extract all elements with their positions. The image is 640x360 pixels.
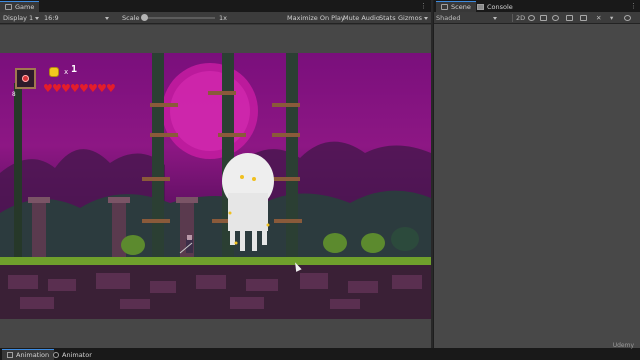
player-portrait (15, 68, 36, 89)
scale-label: Scale (122, 14, 140, 22)
scale-value: 1x (219, 14, 227, 22)
tab-console[interactable]: Console (472, 1, 518, 12)
panel-menu-icon[interactable]: ⋮ (630, 2, 637, 10)
tab-animator[interactable]: Animator (48, 349, 97, 360)
maximize-on-play-toggle[interactable]: Maximize On Play (287, 13, 345, 23)
tab-game-label: Game (15, 3, 35, 11)
gizmos-label: Gizmos (398, 14, 422, 22)
gizmos-dropdown[interactable]: Gizmos (398, 13, 428, 23)
udemy-watermark: Udemy (612, 342, 634, 349)
coin-icon (49, 67, 59, 77)
panel-menu-icon[interactable]: ⋮ (420, 2, 427, 10)
heart-icon (106, 82, 116, 96)
heart-icon (61, 82, 71, 96)
tab-animator-label: Animator (62, 350, 92, 359)
gizmos-icon[interactable]: ▾ (610, 14, 613, 22)
lighting-icon[interactable] (528, 15, 535, 21)
game-view-letterbox-top (0, 25, 431, 53)
vine-pillar (286, 53, 298, 258)
heart-icon (79, 82, 89, 96)
coin-count: 1 (71, 64, 78, 75)
hidden-objects-icon[interactable] (566, 15, 573, 21)
vine-pillar (152, 53, 164, 258)
heart-icon (88, 82, 98, 96)
scene-toolbar: Shaded 2D ✕ ▾ (434, 12, 640, 24)
game-panel: Game ⋮ Display 1 16:9 Scale 1x Maximize … (0, 0, 431, 348)
chevron-down-icon (35, 16, 40, 20)
scene-panel: Scene Console ⋮ Shaded 2D ✕ ▾ (433, 0, 640, 348)
game-toolbar: Display 1 16:9 Scale 1x Maximize On Play… (0, 12, 431, 24)
game-viewport[interactable]: 8 x 1 (0, 53, 431, 319)
mute-audio-toggle[interactable]: Mute Audio (343, 13, 380, 23)
grid-icon (441, 4, 448, 10)
heart-icon (52, 82, 62, 96)
tab-scene-label: Scene (451, 3, 471, 11)
tab-game[interactable]: Game (0, 1, 40, 12)
search-icon[interactable] (624, 15, 631, 21)
scene-tabbar: Scene Console ⋮ (434, 0, 640, 12)
display-dropdown[interactable]: Display 1 (3, 13, 40, 23)
shading-mode-value: Shaded (436, 14, 461, 22)
scale-slider[interactable] (141, 14, 215, 21)
effects-icon[interactable] (552, 15, 559, 21)
ground-grass (0, 257, 431, 265)
chevron-down-icon (492, 16, 497, 20)
chevron-down-icon (104, 16, 109, 20)
tab-animation[interactable]: Animation (2, 349, 55, 360)
display-value: Display 1 (3, 14, 34, 22)
tab-console-label: Console (487, 2, 513, 11)
shading-mode-dropdown[interactable]: Shaded (436, 14, 497, 22)
bottom-tabbar: Animation Animator (0, 348, 640, 360)
heart-icon (97, 82, 107, 96)
animation-icon (7, 352, 13, 358)
stats-toggle[interactable]: Stats (379, 13, 396, 23)
grid-icon[interactable] (580, 15, 587, 21)
aspect-dropdown[interactable]: 16:9 (44, 13, 109, 23)
2d-toggle-icon[interactable]: 2D (516, 14, 525, 22)
aspect-value: 16:9 (44, 14, 59, 22)
health-hearts (43, 82, 116, 96)
heart-icon (70, 82, 80, 96)
scale-slider-handle[interactable] (141, 14, 148, 21)
player-level: 8 (12, 91, 16, 98)
game-view-letterbox-bottom (0, 319, 431, 348)
chevron-down-icon (423, 16, 428, 20)
game-icon (5, 4, 12, 10)
game-tabbar: Game ⋮ (0, 0, 431, 12)
audio-icon[interactable] (540, 15, 547, 21)
animator-icon (53, 351, 59, 358)
heart-icon (43, 82, 53, 96)
tab-animation-label: Animation (16, 351, 50, 359)
console-icon (477, 3, 484, 10)
coin-multiplier: x (64, 68, 69, 76)
tools-icon[interactable]: ✕ (596, 14, 601, 22)
tab-scene[interactable]: Scene (436, 1, 476, 12)
